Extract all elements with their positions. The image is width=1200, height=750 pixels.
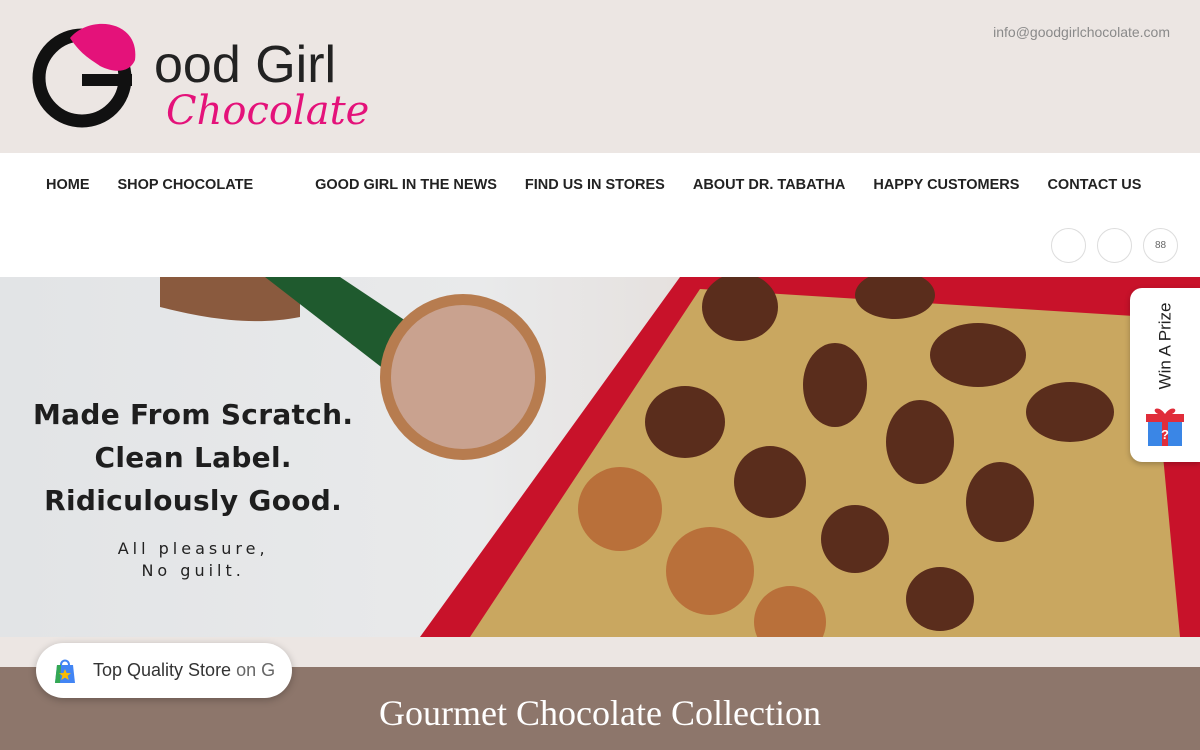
nav-home[interactable]: HOME — [32, 177, 104, 193]
nav-good-girl-in-the-news[interactable]: GOOD GIRL IN THE NEWS — [301, 177, 511, 193]
logo-script: Chocolate — [166, 88, 369, 132]
main-navigation: HOME SHOP CHOCOLATE GOOD GIRL IN THE NEW… — [0, 153, 1200, 277]
header-bar: ood Girl Chocolate info@goodgirlchocolat… — [0, 0, 1200, 153]
cup-liquid-shape — [391, 305, 535, 449]
nav-happy-customers[interactable]: HAPPY CUSTOMERS — [859, 177, 1033, 193]
svg-text:?: ? — [1161, 427, 1169, 442]
social-button-3[interactable]: 88 — [1143, 228, 1178, 263]
social-button-2[interactable] — [1097, 228, 1132, 263]
badge-suffix: on G — [236, 660, 276, 680]
nav-about-dr-tabatha[interactable]: ABOUT DR. TABATHA — [679, 177, 860, 193]
collection-title: Gourmet Chocolate Collection — [379, 693, 821, 733]
hero-headline-3: Ridiculously Good. — [44, 484, 343, 517]
hero-headline-1: Made From Scratch. — [33, 398, 354, 431]
win-a-prize-tab[interactable]: Win A Prize ? — [1130, 288, 1200, 462]
nav-find-us-in-stores[interactable]: FIND US IN STORES — [511, 177, 679, 193]
win-a-prize-label-wrap: Win A Prize — [1150, 296, 1180, 396]
nav-shop-chocolate[interactable]: SHOP CHOCOLATE — [104, 177, 302, 193]
logo-wordmark: ood Girl — [154, 36, 336, 94]
social-links: 88 — [1051, 228, 1178, 263]
hero-tagline-1: All pleasure, — [117, 539, 269, 558]
top-quality-store-badge[interactable]: Top Quality Store on G — [36, 643, 292, 698]
hero-tagline-2: No guilt. — [141, 561, 245, 580]
gift-icon: ? — [1146, 408, 1184, 446]
nav-contact-us[interactable]: CONTACT US — [1033, 177, 1155, 193]
hero-text: Made From Scratch. Clean Label. Ridiculo… — [33, 393, 353, 582]
shopping-bag-icon — [55, 659, 75, 683]
hero-banner[interactable]: Made From Scratch. Clean Label. Ridiculo… — [0, 277, 1200, 637]
contact-email-link[interactable]: info@goodgirlchocolate.com — [993, 24, 1170, 40]
hero-headline-2: Clean Label. — [94, 441, 292, 474]
social-button-1[interactable] — [1051, 228, 1086, 263]
top-quality-store-text: Top Quality Store on G — [93, 660, 275, 681]
good-girl-chocolate-logo[interactable]: ood Girl Chocolate — [30, 20, 390, 132]
win-a-prize-label: Win A Prize — [1155, 302, 1175, 390]
badge-label: Top Quality Store — [93, 660, 232, 680]
